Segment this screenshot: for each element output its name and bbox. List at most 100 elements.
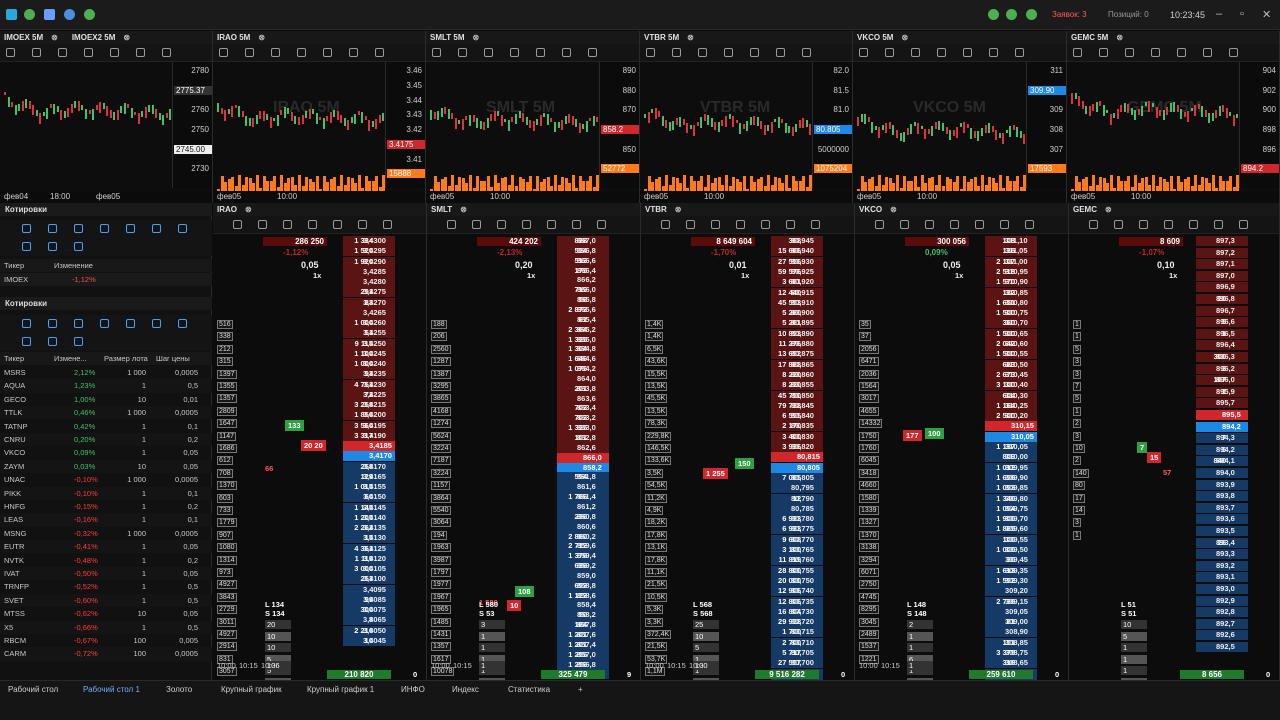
quote-row[interactable]: X5 -0,66% 1 0,5 <box>0 620 212 634</box>
print-icon[interactable] <box>885 48 894 57</box>
sort-icon[interactable] <box>975 220 984 229</box>
ask-price[interactable]: 80,900 <box>791 308 814 317</box>
bid-price[interactable]: 309,15 <box>1005 597 1028 606</box>
pin-icon[interactable] <box>875 220 884 229</box>
list-icon[interactable] <box>1214 220 1223 229</box>
ask-price[interactable]: 3,4265 <box>363 308 386 317</box>
bars-icon[interactable] <box>989 48 998 57</box>
bid-price[interactable]: 309,75 <box>1005 504 1028 513</box>
lot-button[interactable]: 1 <box>1121 643 1147 652</box>
ask-price[interactable]: 3,4240 <box>363 359 386 368</box>
star-icon[interactable] <box>48 337 57 346</box>
bid-price[interactable]: 856,8 <box>577 660 596 669</box>
copy-icon[interactable] <box>383 220 392 229</box>
best-bid-badge[interactable]: 80,805 <box>771 462 823 473</box>
bid-price[interactable]: 860,2 <box>577 532 596 541</box>
bid-price[interactable]: 3,4045 <box>363 636 386 645</box>
list-icon[interactable] <box>358 220 367 229</box>
ask-price[interactable]: 896,8 <box>1216 294 1235 303</box>
ask-price[interactable]: 80,925 <box>791 267 814 276</box>
up-icon[interactable] <box>48 319 57 328</box>
ask-price[interactable]: 310,65 <box>1005 329 1028 338</box>
close-icon[interactable] <box>100 224 109 233</box>
bid-price[interactable]: 860,6 <box>577 522 596 531</box>
quote-row[interactable]: TTLK 0,46% 1 000 0,0005 <box>0 406 212 420</box>
copy-icon[interactable] <box>1151 48 1160 57</box>
pin-icon[interactable] <box>859 48 868 57</box>
bid-price[interactable]: 3,4145 <box>363 503 386 512</box>
bid-price[interactable]: 80,770 <box>791 535 814 544</box>
bid-price[interactable]: 857,6 <box>577 630 596 639</box>
ask-price[interactable]: 863,8 <box>577 384 596 393</box>
ask-price[interactable]: 3,4235 <box>363 369 386 378</box>
close-icon[interactable]: ⊗ <box>675 205 682 214</box>
ask-price[interactable]: 3,4275 <box>363 287 386 296</box>
bid-price[interactable]: 309,20 <box>1005 586 1028 595</box>
bell-icon[interactable] <box>178 224 187 233</box>
pin-icon[interactable] <box>1073 48 1082 57</box>
chart-panel-smlt-5m[interactable]: SMLT 5M ⊗ SMLT 5M 890 880 870 858.2 850 52772 фев… <box>426 31 640 203</box>
ask-price[interactable]: 80,915 <box>791 288 814 297</box>
bid-price[interactable]: 892,7 <box>1216 619 1235 628</box>
workspace-tab-0[interactable]: Рабочий стол <box>8 685 58 694</box>
bars-icon[interactable] <box>136 48 145 57</box>
bid-price[interactable]: 80,730 <box>791 607 814 616</box>
bid-price[interactable]: 3,4170 <box>363 462 386 471</box>
print-icon[interactable] <box>900 220 909 229</box>
bid-price[interactable]: 893,4 <box>1216 538 1235 547</box>
best-bid-badge[interactable]: 894,2 <box>1196 421 1248 432</box>
copy-icon[interactable] <box>811 220 820 229</box>
chart-panel-gemc-5m[interactable]: GEMC 5M ⊗ GEMC 5M 904 902 900 898 896 894.2 фев05… <box>1067 31 1280 203</box>
close-button[interactable]: ✕ <box>1262 8 1271 21</box>
quote-row[interactable]: VKCO 0,09% 1 0,05 <box>0 446 212 459</box>
bid-price[interactable]: 308,75 <box>1005 648 1028 657</box>
line-icon[interactable] <box>1177 48 1186 57</box>
ask-price[interactable]: 862,8 <box>577 433 596 442</box>
ask-price[interactable]: 80,875 <box>791 349 814 358</box>
eraser-icon[interactable] <box>126 319 135 328</box>
quote-row[interactable]: MSNG -0,32% 1 000 0,0005 <box>0 527 212 540</box>
maximize-button[interactable]: ▫ <box>1240 8 1244 20</box>
ask-price[interactable]: 310,60 <box>1005 339 1028 348</box>
bid-price[interactable]: 892,6 <box>1216 630 1235 639</box>
brush-icon[interactable] <box>802 48 811 57</box>
doc-icon[interactable] <box>736 220 745 229</box>
ask-price[interactable]: 3,4270 <box>363 298 386 307</box>
dom-title-text[interactable]: IRAO <box>217 205 237 214</box>
ask-price[interactable]: 80,910 <box>791 298 814 307</box>
ask-price[interactable]: 310,45 <box>1005 370 1028 379</box>
line-icon[interactable] <box>110 48 119 57</box>
copy-icon[interactable] <box>1025 220 1034 229</box>
bid-price[interactable]: 309,55 <box>1005 535 1028 544</box>
dom-title-text[interactable]: VTBR <box>645 205 667 214</box>
bid-price[interactable]: 80,715 <box>791 627 814 636</box>
lot-button[interactable]: 1 <box>1121 654 1147 664</box>
clock-icon[interactable] <box>698 48 707 57</box>
best-ask-badge[interactable]: 866,0 <box>557 452 609 463</box>
clock-icon[interactable] <box>497 220 506 229</box>
bid-price[interactable]: 859,6 <box>577 541 596 550</box>
ask-price[interactable]: 3,4300 <box>363 236 386 245</box>
lot-button[interactable]: 10 <box>693 631 719 641</box>
ask-price[interactable]: 80,945 <box>791 236 814 245</box>
bid-price[interactable]: 309,05 <box>1005 607 1028 616</box>
print-icon[interactable] <box>672 48 681 57</box>
ask-price[interactable]: 863,6 <box>577 394 596 403</box>
chart-title-text[interactable]: SMLT 5M <box>430 33 465 42</box>
ask-price[interactable]: 80,865 <box>791 360 814 369</box>
quote-row[interactable]: RBCM -0,67% 100 0,005 <box>0 634 212 647</box>
copy-icon[interactable] <box>84 48 93 57</box>
filter-icon[interactable] <box>74 242 83 251</box>
ask-price[interactable]: 866,0 <box>577 285 596 294</box>
close-icon[interactable]: ⊗ <box>1116 33 1123 42</box>
bid-price[interactable]: 894,1 <box>1216 456 1235 465</box>
lot-button[interactable]: 5 <box>1121 631 1147 641</box>
eraser-icon[interactable] <box>126 224 135 233</box>
copy-icon[interactable] <box>724 48 733 57</box>
clock-icon[interactable] <box>1125 48 1134 57</box>
bid-price[interactable]: 893,6 <box>1216 514 1235 523</box>
grid-icon[interactable] <box>44 9 55 20</box>
bid-price[interactable]: 3,4095 <box>363 585 386 594</box>
ask-price[interactable]: 896,4 <box>1216 340 1235 349</box>
chart-panel-vtbr-5m[interactable]: VTBR 5M ⊗ VTBR 5M 82.0 81.5 81.0 80.805 5000000… <box>640 31 853 203</box>
